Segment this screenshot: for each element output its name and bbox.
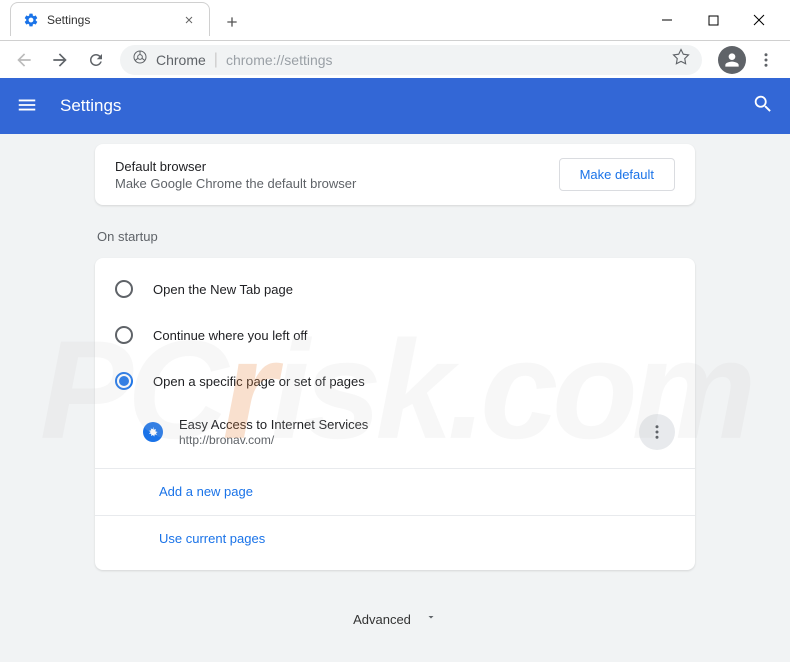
use-current-pages-link[interactable]: Use current pages <box>159 531 265 546</box>
gear-icon <box>23 12 39 28</box>
add-new-page-link[interactable]: Add a new page <box>159 484 253 499</box>
back-button[interactable] <box>8 44 40 76</box>
reload-button[interactable] <box>80 44 112 76</box>
radio-icon <box>115 372 133 390</box>
startup-page-name: Easy Access to Internet Services <box>179 417 639 432</box>
page-favicon-icon <box>143 422 163 442</box>
address-url: chrome://settings <box>226 52 672 68</box>
tab-title: Settings <box>47 13 181 27</box>
address-bar[interactable]: Chrome | chrome://settings <box>120 45 702 75</box>
radio-icon <box>115 326 133 344</box>
chrome-icon <box>132 49 148 70</box>
radio-specific-pages[interactable]: Open a specific page or set of pages <box>95 358 695 404</box>
browser-toolbar: Chrome | chrome://settings <box>0 40 790 78</box>
radio-label: Open a specific page or set of pages <box>153 374 365 389</box>
close-window-button[interactable] <box>736 4 782 36</box>
on-startup-card: Open the New Tab page Continue where you… <box>95 258 695 570</box>
default-browser-title: Default browser <box>115 159 559 174</box>
browser-tab-settings[interactable]: Settings <box>10 2 210 36</box>
radio-label: Open the New Tab page <box>153 282 293 297</box>
forward-button[interactable] <box>44 44 76 76</box>
make-default-button[interactable]: Make default <box>559 158 675 191</box>
add-new-page-row[interactable]: Add a new page <box>95 468 695 515</box>
address-source-label: Chrome <box>156 52 206 68</box>
search-icon[interactable] <box>752 93 774 120</box>
on-startup-section-title: On startup <box>95 229 695 244</box>
maximize-button[interactable] <box>690 4 736 36</box>
minimize-button[interactable] <box>644 4 690 36</box>
page-more-actions-button[interactable] <box>639 414 675 450</box>
advanced-toggle[interactable]: Advanced <box>0 610 790 628</box>
chrome-menu-button[interactable] <box>750 44 782 76</box>
profile-button[interactable] <box>718 46 746 74</box>
settings-content-area[interactable]: PCrisk.com Default browser Make Google C… <box>0 134 790 662</box>
radio-continue-where-left-off[interactable]: Continue where you left off <box>95 312 695 358</box>
hamburger-menu-icon[interactable] <box>16 94 40 118</box>
startup-page-url: http://bronav.com/ <box>179 433 639 447</box>
settings-header: Settings <box>0 78 790 134</box>
close-icon[interactable] <box>181 12 197 28</box>
chevron-down-icon <box>425 610 437 628</box>
radio-new-tab-page[interactable]: Open the New Tab page <box>95 266 695 312</box>
radio-icon <box>115 280 133 298</box>
advanced-label: Advanced <box>353 612 411 627</box>
startup-page-item: Easy Access to Internet Services http://… <box>95 404 695 460</box>
settings-page-title: Settings <box>60 96 752 116</box>
use-current-pages-row[interactable]: Use current pages <box>95 515 695 562</box>
bookmark-star-icon[interactable] <box>672 48 690 71</box>
default-browser-subtitle: Make Google Chrome the default browser <box>115 176 559 191</box>
new-tab-button[interactable] <box>218 8 246 36</box>
tab-strip: Settings <box>0 0 650 36</box>
radio-label: Continue where you left off <box>153 328 307 343</box>
default-browser-card: Default browser Make Google Chrome the d… <box>95 144 695 205</box>
